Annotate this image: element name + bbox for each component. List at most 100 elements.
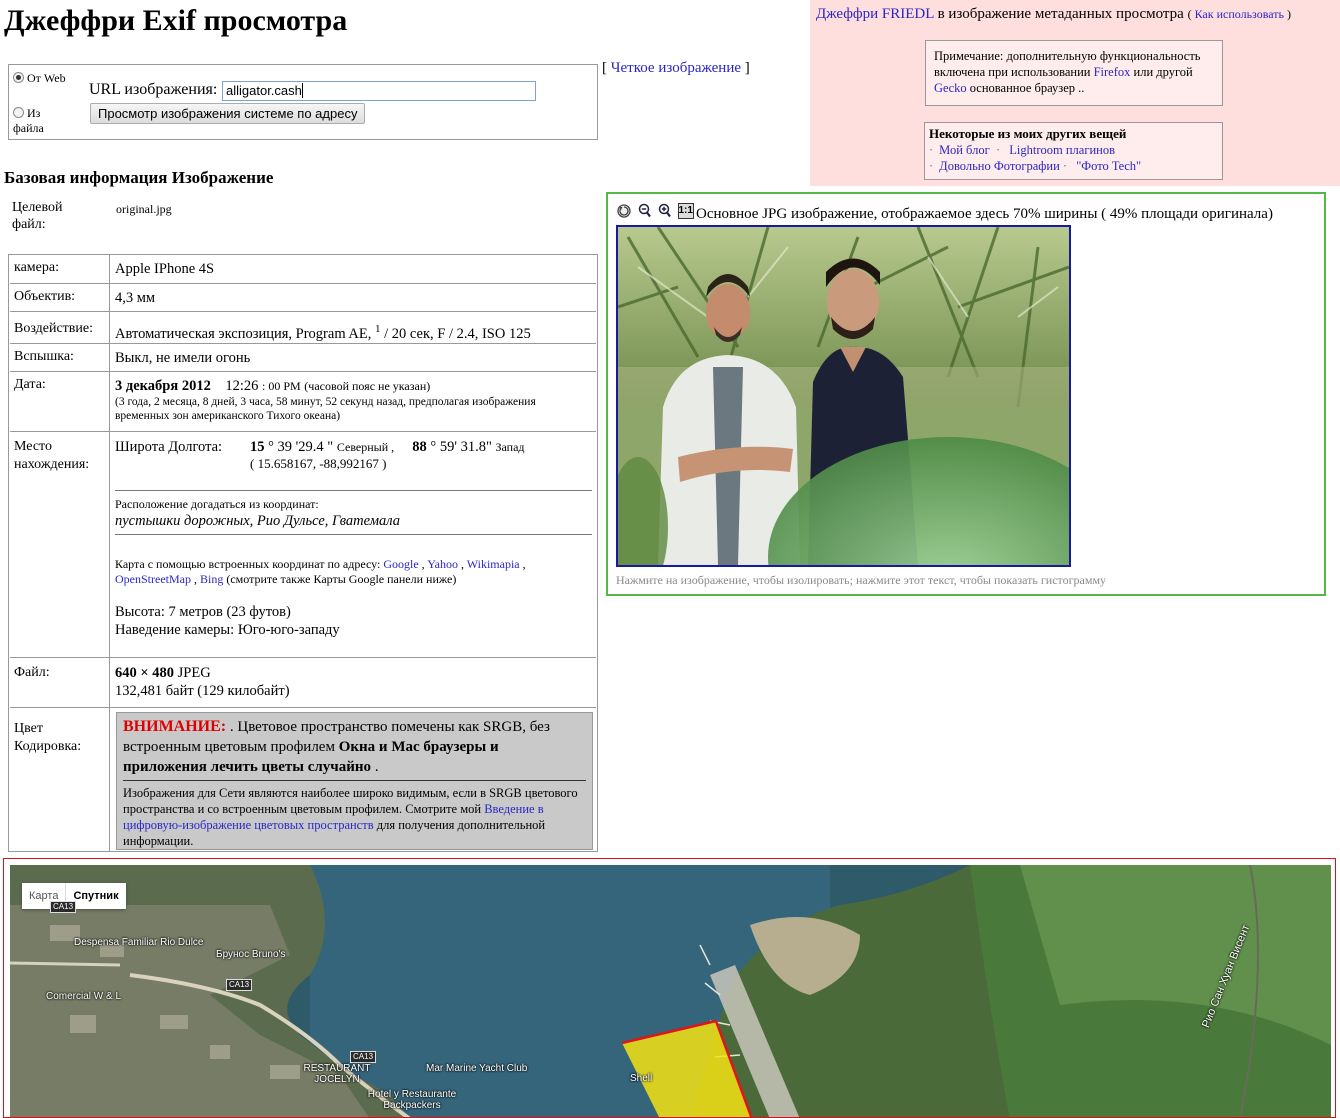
openstreetmap-link[interactable]: OpenStreetMap xyxy=(115,572,191,586)
url-label: URL изображения: xyxy=(89,81,218,98)
table-row-date: Дата: 3 декабря 2012 12:26 : 00 PM (часо… xyxy=(10,371,596,432)
date-time: 12:26 xyxy=(225,378,259,394)
radio-file-button[interactable] xyxy=(13,107,24,118)
map-links-note: (смотрите также Карты Google панели ниже… xyxy=(226,572,457,586)
date-time-rest: : 00 PM xyxy=(261,379,301,393)
actual-size-button[interactable]: 1:1 xyxy=(677,203,694,219)
file-value: 640 × 480 JPEG 132,481 байт (129 килобай… xyxy=(115,664,592,700)
camera-value: Apple IPhone 4S xyxy=(115,261,215,277)
radio-file-option[interactable]: Из файла xyxy=(13,106,73,136)
radio-web-button[interactable] xyxy=(13,72,24,83)
lightroom-link[interactable]: Lightroom плагинов xyxy=(1009,143,1115,157)
lat-rest: ° 39 '29.4 " xyxy=(268,439,334,455)
lon-rest: ° 59' 31.8" xyxy=(430,439,492,455)
info-table: камера: Apple IPhone 4S Объектив: 4,3 мм… xyxy=(8,254,598,852)
date-value: 3 декабря 2012 12:26 : 00 PM (часовой по… xyxy=(115,377,592,423)
warning-label: ВНИМАНИЕ: xyxy=(123,718,227,735)
other-things-title: Некоторые из моих других вещей xyxy=(929,126,1127,141)
url-input[interactable]: alligator.cash xyxy=(222,81,536,101)
photos-link[interactable]: Довольно Фотографии xyxy=(939,159,1060,173)
page-title: Джеффри Exif просмотра xyxy=(4,4,348,37)
wikimapia-link[interactable]: Wikimapia xyxy=(467,557,520,571)
location-value: Широта Долгота: 15 ° 39 '29.4 " Северный… xyxy=(115,438,592,639)
table-row-lens: Объектив: 4,3 мм xyxy=(10,283,596,312)
basic-info-heading: Базовая информация Изображение xyxy=(4,168,274,187)
zoom-in-icon[interactable] xyxy=(657,203,673,219)
date-label: Дата: xyxy=(10,372,110,432)
color-warning-box: ВНИМАНИЕ: . Цветовое пространство помече… xyxy=(116,712,593,850)
clear-image-link[interactable]: Четкое изображение xyxy=(611,60,741,76)
photo-tech-link[interactable]: "Фото Tech" xyxy=(1076,159,1141,173)
lens-value: 4,3 мм xyxy=(115,290,156,306)
road-badge: CA13 xyxy=(226,979,253,991)
file-type: JPEG xyxy=(177,665,211,681)
target-file-label: Целевой файл: xyxy=(12,200,63,232)
color-warning-sub: Изображения для Сети являются наиболее ш… xyxy=(123,780,586,849)
zoom-out-icon[interactable] xyxy=(637,203,653,219)
exposure-label: Воздействие: xyxy=(10,312,110,344)
exposure-value: Автоматическая экспозиция, Program AE, 1… xyxy=(115,320,592,343)
latlon-label: Широта Долгота: xyxy=(115,439,223,455)
location-label: Место нахождения: xyxy=(10,432,110,658)
rotate-icon[interactable] xyxy=(616,203,632,219)
road-badge: CA13 xyxy=(350,1051,377,1063)
exposure-settings: / 20 сек, F / 2.4, ISO 125 xyxy=(384,325,531,342)
road-badge: CA13 xyxy=(50,901,77,913)
table-row-camera: камера: Apple IPhone 4S xyxy=(10,255,596,283)
blog-link[interactable]: Мой блог xyxy=(939,143,990,157)
table-row-exposure: Воздействие: Автоматическая экспозиция, … xyxy=(10,311,596,344)
map-label-marine: Mar Marine Yacht Club xyxy=(426,1063,528,1074)
file-label: Файл: xyxy=(10,658,110,708)
yahoo-map-link[interactable]: Yahoo xyxy=(427,557,458,571)
satellite-map-graphic xyxy=(10,865,1331,1117)
map-label-shell: Shell xyxy=(630,1073,653,1084)
clear-image-control: [ Четкое изображение ] xyxy=(602,60,750,77)
image-toolbar: 1:1 xyxy=(616,203,695,219)
color-warning-main: ВНИМАНИЕ: . Цветовое пространство помече… xyxy=(123,717,586,777)
google-map-link[interactable]: Google xyxy=(383,557,418,571)
camera-label: камера: xyxy=(10,255,110,283)
url-input-value: alligator.cash xyxy=(226,83,302,98)
note-text-3: основанное браузер .. xyxy=(969,81,1085,95)
histogram-toggle-text[interactable]: Нажмите на изображение, чтобы изолироват… xyxy=(616,573,1106,588)
map-label-jocelyn: RESTAURANT JOCELYN xyxy=(303,1063,371,1085)
map-label-hotel: Hotel y Restaurante Backpackers xyxy=(367,1089,457,1111)
note-box: Примечание: дополнительную функционально… xyxy=(925,40,1223,106)
location-guess-label: Расположение догадаться из координат: xyxy=(115,497,319,511)
table-row-flash: Вспышка: Выкл, не имели огонь xyxy=(10,343,596,372)
image-panel: 1:1 Основное JPG изображение, отображаем… xyxy=(606,192,1326,596)
author-link[interactable]: Джеффри FRIEDL xyxy=(816,6,934,22)
file-dims: 640 × 480 xyxy=(115,665,175,681)
flash-label: Вспышка: xyxy=(10,344,110,372)
map-label-comercial: Comercial W & L xyxy=(46,991,122,1002)
map-links-line: Карта с помощью встроенных координат по … xyxy=(115,557,526,586)
bing-map-link[interactable]: Bing xyxy=(200,572,223,586)
map-links-text: Карта с помощью встроенных координат по … xyxy=(115,557,381,571)
lon-deg: 88 xyxy=(412,439,427,455)
firefox-link[interactable]: Firefox xyxy=(1094,65,1131,79)
target-file-value: original.jpg xyxy=(116,202,172,216)
file-size: 132,481 байт (129 килобайт) xyxy=(115,683,290,699)
view-image-button[interactable]: Просмотр изображения системе по адресу xyxy=(90,103,366,124)
location-guess-value: пустышки дорожных, Рио Дульсе, Гватемала xyxy=(115,513,400,529)
url-form: От Web Из файла URL изображения: alligat… xyxy=(8,64,598,140)
radio-web-option[interactable]: От Web xyxy=(13,71,73,86)
lon-dir: Запад xyxy=(495,440,525,454)
about-title: Джеффри FRIEDL в изображение метаданных … xyxy=(816,6,1291,22)
gecko-link[interactable]: Gecko xyxy=(934,81,967,95)
latlon-values: 15 ° 39 '29.4 " Северный , 88 ° 59' 31.8… xyxy=(250,438,525,471)
date-timezone: (часовой пояс не указан) xyxy=(304,379,431,393)
altitude-value: Высота: 7 метров (23 футов) xyxy=(115,604,291,620)
lat-deg: 15 xyxy=(250,439,265,455)
other-things-box: Некоторые из моих других вещей · Мой блог… xyxy=(924,122,1223,180)
note-text-2: или другой xyxy=(1133,65,1193,79)
map-canvas[interactable]: Карта Спутник CA13 Despensa Familiar Rio… xyxy=(10,865,1331,1117)
table-row-color: Цвет Кодировка: ВНИМАНИЕ: . Цветовое про… xyxy=(10,707,596,852)
howto-link[interactable]: Как использовать xyxy=(1195,7,1284,21)
radio-web-label: От Web xyxy=(27,71,66,85)
lat-dir: Северный , xyxy=(336,440,395,454)
photo-image[interactable] xyxy=(616,225,1071,567)
lens-label: Объектив: xyxy=(10,284,110,312)
about-title-text: в изображение метаданных просмотра xyxy=(937,6,1184,22)
bracket-close: ] xyxy=(744,60,750,76)
